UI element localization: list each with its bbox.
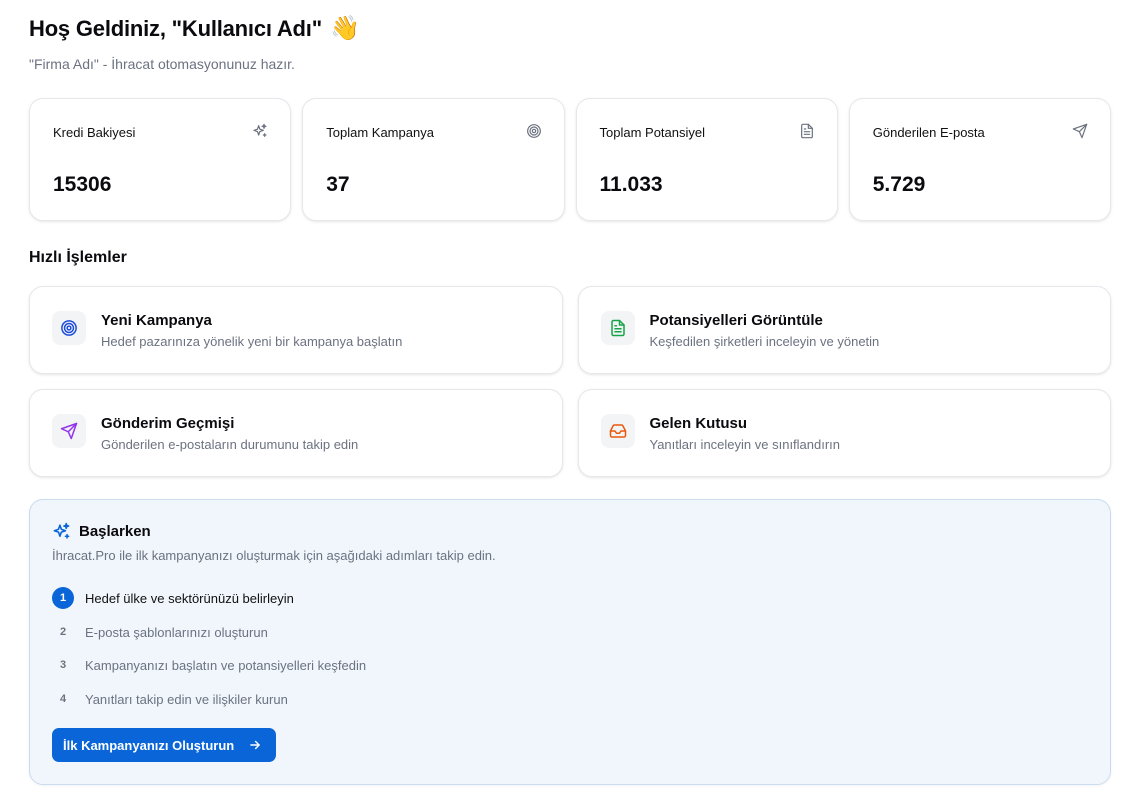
action-icon-box: [52, 414, 86, 448]
stat-label: Gönderilen E-posta: [872, 125, 985, 140]
step-number: 3: [59, 659, 67, 671]
page-subtitle: "Firma Adı" - İhracat otomasyonunuz hazı…: [29, 56, 295, 72]
stat-label: Kredi Bakiyesi: [53, 125, 136, 140]
quick-action-new-campaign[interactable]: Yeni Kampanya Hedef pazarınıza yönelik y…: [29, 286, 563, 374]
stat-label: Toplam Kampanya: [326, 125, 434, 140]
step-4: 4 Yanıtları takip edin ve ilişkiler kuru…: [52, 688, 288, 710]
quick-action-inbox[interactable]: Gelen Kutusu Yanıtları inceleyin ve sını…: [577, 389, 1111, 477]
action-description: Hedef pazarınıza yönelik yeni bir kampan…: [101, 334, 403, 349]
arrow-right-icon: [250, 740, 260, 750]
stat-value: 37: [326, 173, 350, 196]
waving-hand-emoji: 👋: [329, 15, 360, 42]
step-text: Hedef ülke ve sektörünüzü belirleyin: [85, 590, 294, 606]
step-2: 2 E-posta şablonlarınızı oluşturun: [52, 621, 268, 643]
action-icon-box: [600, 414, 635, 448]
stat-value: 5.729: [872, 173, 926, 196]
action-description: Yanıtları inceleyin ve sınıflandırın: [649, 437, 841, 452]
stat-label: Toplam Potansiyel: [599, 125, 706, 140]
action-description: Keşfedilen şirketleri inceleyin ve yönet…: [649, 334, 880, 349]
sparkles-icon: [253, 123, 267, 137]
action-icon-box: [600, 311, 635, 345]
step-1: 1 Hedef ülke ve sektörünüzü belirleyin: [52, 587, 294, 609]
getting-started-title: Başlarken: [79, 523, 151, 540]
action-title: Gelen Kutusu: [649, 415, 748, 432]
welcome-title: Hoş Geldiniz, "Kullanıcı Adı": [29, 16, 322, 41]
send-icon: [60, 422, 78, 440]
action-title: Potansiyelleri Görüntüle: [649, 312, 823, 329]
cta-label: İlk Kampanyanızı Oluşturun: [63, 737, 235, 753]
document-icon: [610, 319, 625, 337]
step-number: 2: [59, 626, 67, 638]
stat-card-credit-balance: Kredi Bakiyesi 15306: [29, 98, 292, 221]
stat-card-sent-emails: Gönderilen E-posta 5.729: [848, 98, 1111, 221]
target-icon: [61, 320, 77, 336]
page-title: Hoş Geldiniz, "Kullanıcı Adı" 👋: [29, 16, 360, 42]
getting-started-description: İhracat.Pro ile ilk kampanyanızı oluştur…: [52, 548, 496, 563]
step-number: 1: [52, 587, 74, 609]
getting-started-header: Başlarken: [52, 522, 151, 541]
stat-card-total-campaigns: Toplam Kampanya 37: [302, 98, 565, 221]
document-icon: [800, 123, 813, 139]
create-first-campaign-button[interactable]: İlk Kampanyanızı Oluşturun: [52, 728, 277, 762]
getting-started-panel: Başlarken İhracat.Pro ile ilk kampanyanı…: [29, 499, 1111, 785]
stat-value: 15306: [53, 173, 112, 196]
step-text: Yanıtları takip edin ve ilişkiler kurun: [85, 691, 288, 707]
quick-actions-title: Hızlı İşlemler: [29, 249, 127, 266]
action-title: Yeni Kampanya: [101, 312, 212, 329]
action-description: Gönderilen e-postaların durumunu takip e…: [101, 437, 359, 452]
quick-action-view-leads[interactable]: Potansiyelleri Görüntüle Keşfedilen şirk…: [577, 286, 1111, 374]
step-number: 4: [59, 693, 67, 705]
quick-actions-grid: Yeni Kampanya Hedef pazarınıza yönelik y…: [29, 286, 1111, 477]
step-text: Kampanyanızı başlatın ve potansiyelleri …: [85, 657, 367, 673]
stat-card-total-leads: Toplam Potansiyel 11.033: [575, 98, 838, 221]
sparkles-icon: [53, 522, 70, 539]
send-icon: [1072, 123, 1088, 139]
step-text: E-posta şablonlarınızı oluşturun: [85, 624, 268, 640]
action-icon-box: [52, 311, 86, 345]
target-icon: [526, 124, 541, 138]
action-title: Gönderim Geçmişi: [101, 415, 235, 432]
stats-row: Kredi Bakiyesi 15306 Toplam Kampanya 37 …: [29, 98, 1111, 221]
quick-action-send-history[interactable]: Gönderim Geçmişi Gönderilen e-postaların…: [29, 389, 563, 477]
inbox-icon: [609, 424, 626, 438]
step-3: 3 Kampanyanızı başlatın ve potansiyeller…: [52, 654, 366, 676]
stat-value: 11.033: [599, 173, 663, 196]
